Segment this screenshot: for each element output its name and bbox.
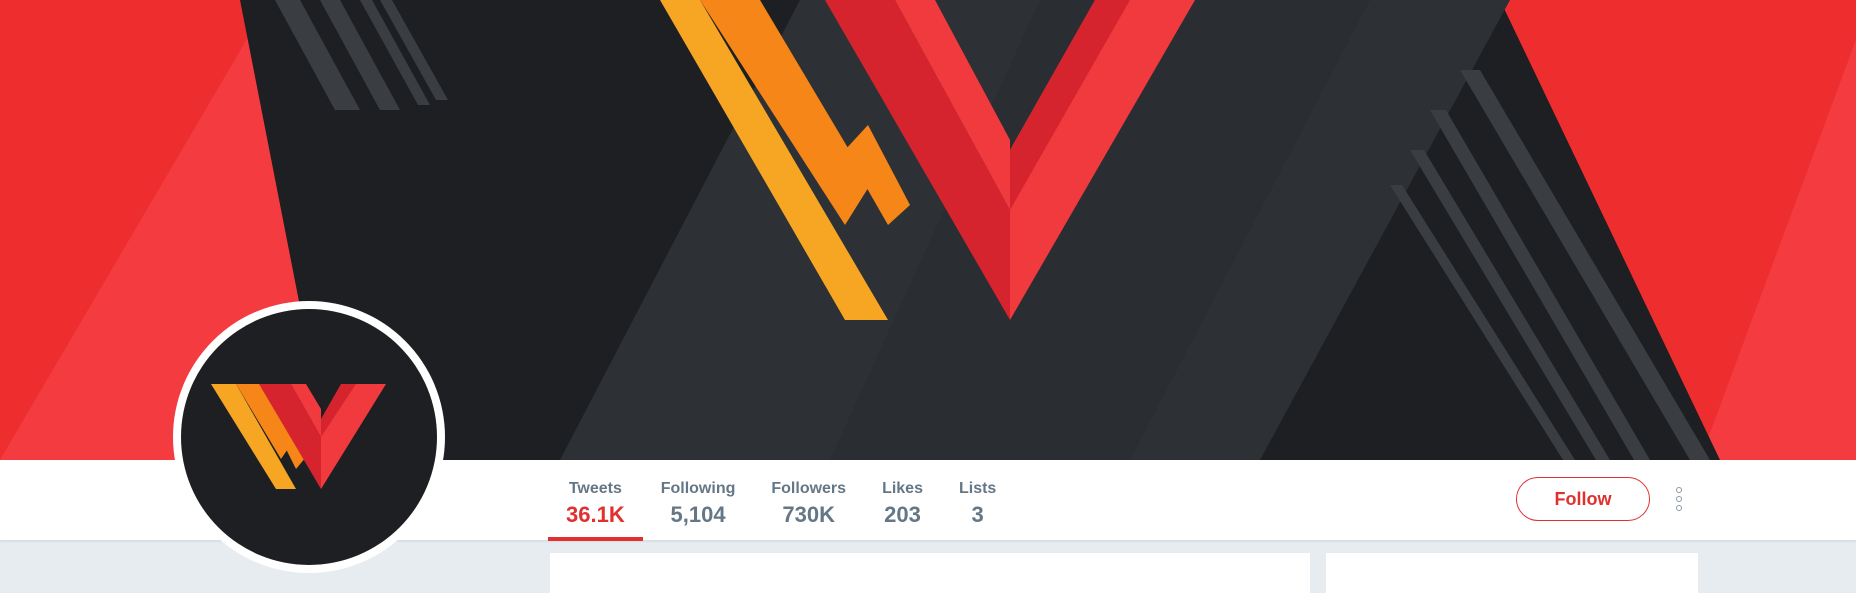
stat-label: Likes (882, 480, 923, 497)
w-logo-icon (211, 384, 386, 489)
stat-label: Following (660, 480, 736, 497)
stat-value: 5,104 (670, 502, 726, 527)
follow-button[interactable]: Follow (1516, 477, 1650, 521)
stat-likes[interactable]: Likes 203 (864, 460, 941, 540)
stat-tweets[interactable]: Tweets 36.1K (548, 460, 643, 541)
stat-value: 36.1K (566, 502, 625, 527)
stat-value: 203 (884, 502, 921, 527)
avatar-image (181, 309, 437, 565)
sidebar-card (1326, 553, 1698, 593)
avatar[interactable] (173, 301, 445, 573)
timeline-card (550, 553, 1310, 593)
profile-stats: Tweets 36.1K Following 5,104 Followers 7… (548, 460, 1014, 541)
stat-label: Lists (958, 480, 997, 497)
stat-value: 730K (782, 502, 836, 527)
stat-following[interactable]: Following 5,104 (643, 460, 754, 540)
stat-value: 3 (971, 502, 984, 527)
stat-lists[interactable]: Lists 3 (941, 460, 1014, 540)
stat-followers[interactable]: Followers 730K (753, 460, 864, 540)
stat-label: Followers (771, 480, 847, 497)
stat-label: Tweets (568, 480, 622, 497)
more-vertical-icon[interactable] (1668, 478, 1690, 520)
